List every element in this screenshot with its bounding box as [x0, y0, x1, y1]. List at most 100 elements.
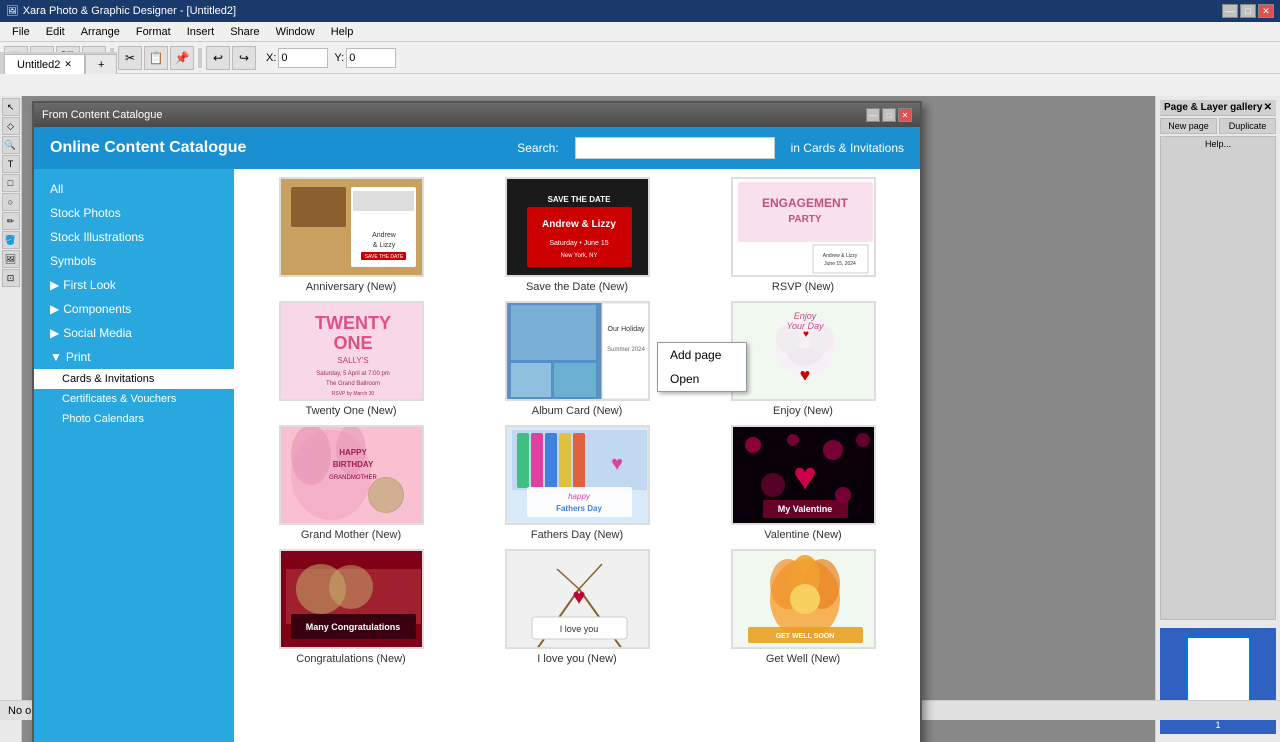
- fill-tool[interactable]: 🪣: [2, 231, 20, 249]
- svg-text:Andrew & Lizzy: Andrew & Lizzy: [542, 219, 616, 230]
- grid-item-getwell[interactable]: GET WELL SOON Get Well (New): [694, 549, 912, 665]
- redo-button[interactable]: ↪: [232, 46, 256, 70]
- getwell-svg: GET WELL SOON: [733, 549, 874, 649]
- new-page-button[interactable]: New page: [1160, 118, 1217, 134]
- nav-first-look[interactable]: ▶ First Look: [34, 273, 234, 297]
- paste-button[interactable]: 📌: [170, 46, 194, 70]
- copy-button[interactable]: 📋: [144, 46, 168, 70]
- modal-header: Online Content Catalogue Search: in Card…: [34, 127, 920, 169]
- select-tool[interactable]: ↖: [2, 98, 20, 116]
- grid-item-valentine[interactable]: ♥ My Valentine Valentine (New): [694, 425, 912, 541]
- context-add-page[interactable]: Add page: [658, 343, 746, 367]
- svg-text:TWENTY: TWENTY: [315, 313, 391, 333]
- menu-arrange[interactable]: Arrange: [73, 24, 128, 40]
- svg-text:SAVE THE DATE: SAVE THE DATE: [547, 195, 610, 204]
- svg-text:♥: ♥: [611, 453, 623, 475]
- label-savedate: Save the Date (New): [526, 281, 628, 293]
- nav-cards-invitations[interactable]: Cards & Invitations: [34, 369, 234, 389]
- grid-item-rsvp[interactable]: ENGAGEMENT PARTY Andrew & Lizzy June 15,…: [694, 177, 912, 293]
- app-window: 🖼 Xara Photo & Graphic Designer - [Untit…: [0, 0, 1280, 720]
- menu-insert[interactable]: Insert: [179, 24, 223, 40]
- maximize-button[interactable]: □: [1240, 4, 1256, 18]
- zoom-tool[interactable]: 🔍: [2, 136, 20, 154]
- crop-tool[interactable]: ⊡: [2, 269, 20, 287]
- ellipse-tool[interactable]: ○: [2, 193, 20, 211]
- grid-item-album[interactable]: Our Holiday Summer 2024 Album Card (New): [468, 301, 686, 417]
- nav-sidebar: All Stock Photos Stock Illustrations Sym…: [34, 169, 234, 742]
- y-input[interactable]: [346, 48, 396, 68]
- svg-text:happy: happy: [568, 492, 591, 501]
- thumb-album: Our Holiday Summer 2024: [505, 301, 650, 401]
- pen-tool[interactable]: ✏: [2, 212, 20, 230]
- nav-stock-photos[interactable]: Stock Photos: [34, 201, 234, 225]
- close-button[interactable]: ✕: [1258, 4, 1274, 18]
- modal-body: All Stock Photos Stock Illustrations Sym…: [34, 169, 920, 742]
- grid-item-fathersday[interactable]: ♥ happy Fathers Day Fathers Day (New): [468, 425, 686, 541]
- svg-text:& Lizzy: & Lizzy: [372, 242, 395, 249]
- twentyone-svg: TWENTY ONE SALLY'S Saturday, 5 April at …: [281, 301, 422, 401]
- help-button[interactable]: Help...: [1160, 136, 1276, 620]
- tab-close-icon[interactable]: ✕: [64, 59, 72, 70]
- photo-tool[interactable]: 🖼: [2, 250, 20, 268]
- grid-item-savedate[interactable]: SAVE THE DATE Andrew & Lizzy Saturday • …: [468, 177, 686, 293]
- grid-item-grandma[interactable]: HAPPY BIRTHDAY GRANDMOTHER Grand Mother …: [242, 425, 460, 541]
- fathersday-svg: ♥ happy Fathers Day: [507, 425, 648, 525]
- nav-print[interactable]: ▼ Print: [34, 345, 234, 369]
- thumb-savedate: SAVE THE DATE Andrew & Lizzy Saturday • …: [505, 177, 650, 277]
- right-panel: Page & Layer gallery ✕ New page Duplicat…: [1155, 96, 1280, 742]
- svg-text:BIRTHDAY: BIRTHDAY: [332, 460, 373, 469]
- cut-button[interactable]: ✂: [118, 46, 142, 70]
- grid-item-iloveyou[interactable]: ♥ I love you I love you (New): [468, 549, 686, 665]
- duplicate-button[interactable]: Duplicate: [1219, 118, 1276, 134]
- modal-titlebar-buttons: — □ ✕: [866, 108, 912, 122]
- nav-symbols[interactable]: Symbols: [34, 249, 234, 273]
- rect-tool[interactable]: □: [2, 174, 20, 192]
- congrats-svg: Many Congratulations: [281, 549, 422, 649]
- thumb-getwell: GET WELL SOON: [731, 549, 876, 649]
- catalogue-modal: From Content Catalogue — □ ✕ Online Cont…: [32, 101, 922, 742]
- context-open[interactable]: Open: [658, 367, 746, 391]
- nav-photo-calendars[interactable]: Photo Calendars: [34, 409, 234, 429]
- nav-components[interactable]: ▶ Components: [34, 297, 234, 321]
- menu-help[interactable]: Help: [323, 24, 362, 40]
- modal-minimize-button[interactable]: —: [866, 108, 880, 122]
- modal-titlebar: From Content Catalogue — □ ✕: [34, 103, 920, 127]
- menu-file[interactable]: File: [4, 24, 38, 40]
- svg-text:Saturday, 5 April at 7:00 pm: Saturday, 5 April at 7:00 pm: [316, 371, 390, 377]
- nav-all[interactable]: All: [34, 177, 234, 201]
- canvas-area: From Content Catalogue — □ ✕ Online Cont…: [22, 96, 1155, 742]
- tab-new[interactable]: +: [85, 54, 117, 74]
- x-input[interactable]: [278, 48, 328, 68]
- panel-close-icon[interactable]: ✕: [1264, 102, 1272, 113]
- nav-social-media[interactable]: ▶ Social Media: [34, 321, 234, 345]
- label-getwell: Get Well (New): [766, 653, 840, 665]
- search-input[interactable]: [575, 137, 775, 159]
- app-icon: 🖼: [6, 6, 19, 17]
- tab-untitled2[interactable]: Untitled2 ✕: [4, 54, 85, 74]
- svg-text:The Grand Ballroom: The Grand Ballroom: [325, 381, 379, 387]
- grid-item-congrats[interactable]: Many Congratulations Congratulations (Ne…: [242, 549, 460, 665]
- modal-title-text: From Content Catalogue: [42, 109, 162, 121]
- menu-share[interactable]: Share: [222, 24, 267, 40]
- label-anniversary: Anniversary (New): [306, 281, 396, 293]
- menu-format[interactable]: Format: [128, 24, 179, 40]
- app-title: Xara Photo & Graphic Designer - [Untitle…: [23, 5, 236, 17]
- nav-stock-illustrations[interactable]: Stock Illustrations: [34, 225, 234, 249]
- node-tool[interactable]: ◇: [2, 117, 20, 135]
- grid-item-twentyone[interactable]: TWENTY ONE SALLY'S Saturday, 5 April at …: [242, 301, 460, 417]
- toolbar: 📄 📂 💾 🖨 ✂ 📋 📌 ↩ ↪ X: Y:: [0, 42, 1280, 74]
- thumb-enjoy: Enjoy Your Day ♥ ♥: [731, 301, 876, 401]
- label-album: Album Card (New): [532, 405, 622, 417]
- text-tool[interactable]: T: [2, 155, 20, 173]
- label-rsvp: RSVP (New): [772, 281, 834, 293]
- undo-button[interactable]: ↩: [206, 46, 230, 70]
- modal-close-button[interactable]: ✕: [898, 108, 912, 122]
- modal-maximize-button[interactable]: □: [882, 108, 896, 122]
- menu-edit[interactable]: Edit: [38, 24, 73, 40]
- menu-window[interactable]: Window: [268, 24, 323, 40]
- page-number: 1: [1164, 720, 1272, 730]
- minimize-button[interactable]: —: [1222, 4, 1238, 18]
- nav-certificates-vouchers[interactable]: Certificates & Vouchers: [34, 389, 234, 409]
- chevron-right-icon: ▶: [50, 278, 59, 292]
- grid-item-anniversary[interactable]: Andrew & Lizzy SAVE THE DATE Anniversary…: [242, 177, 460, 293]
